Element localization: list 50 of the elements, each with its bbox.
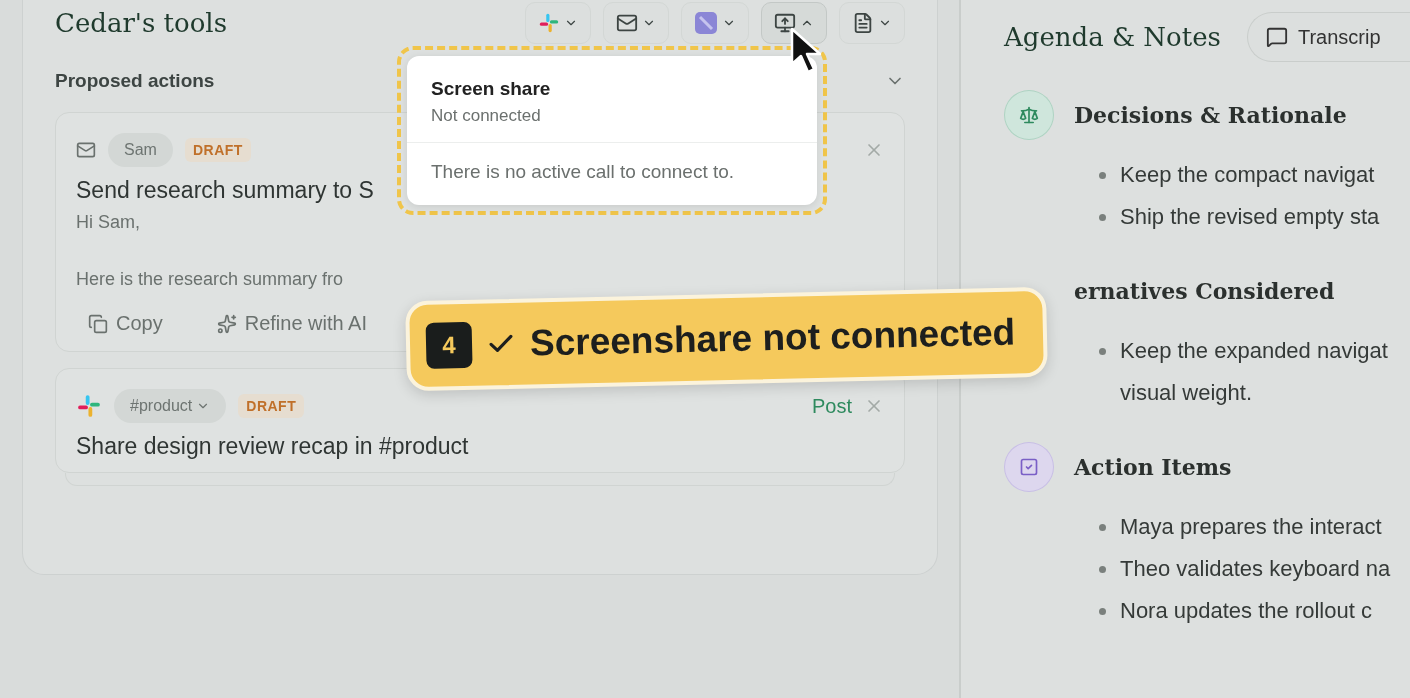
bullet-icon bbox=[1099, 608, 1106, 615]
draft-badge: DRAFT bbox=[238, 394, 305, 418]
section-heading: ernatives Considered bbox=[1074, 278, 1335, 304]
popover-title: Screen share bbox=[431, 78, 552, 100]
recipient-chip[interactable]: Sam bbox=[108, 133, 173, 167]
note-text: Nora updates the rollout c bbox=[1120, 597, 1372, 625]
copy-icon bbox=[88, 313, 108, 334]
note-text: Ship the revised empty sta bbox=[1120, 203, 1380, 231]
connection-status: Not connected bbox=[431, 106, 542, 126]
draft-badge: DRAFT bbox=[184, 138, 251, 162]
slack-icon bbox=[538, 12, 560, 34]
section-heading: Decisions & Rationale bbox=[1074, 102, 1347, 128]
bullet-icon bbox=[1099, 214, 1106, 221]
slack-icon bbox=[76, 393, 102, 419]
note-text: Theo validates keyboard na bbox=[1120, 555, 1391, 583]
step-number: 4 bbox=[425, 321, 473, 369]
action-title: Send research summary to S bbox=[76, 177, 375, 204]
copy-button[interactable]: Copy bbox=[76, 308, 175, 339]
document-icon bbox=[852, 12, 874, 34]
section-title: Proposed actions bbox=[55, 70, 215, 92]
bullet-icon bbox=[1099, 348, 1106, 355]
screen-share-icon bbox=[774, 12, 796, 34]
toolbar-button[interactable] bbox=[839, 2, 905, 44]
post-link[interactable]: Post bbox=[811, 394, 852, 418]
note-text: Keep the expanded navigat visual weight. bbox=[1120, 337, 1388, 407]
bullet-icon bbox=[1099, 566, 1106, 573]
toolbar-button[interactable] bbox=[603, 2, 669, 44]
mail-icon bbox=[616, 12, 638, 34]
popover-message: There is no active call to connect to. bbox=[430, 160, 736, 184]
toolbar-button[interactable] bbox=[761, 2, 827, 44]
message-icon bbox=[1265, 26, 1288, 48]
action-title: Share design review recap in #product bbox=[76, 433, 470, 460]
toast-text: Screenshare not connected bbox=[529, 311, 1016, 365]
transcript-button[interactable]: Transcrip bbox=[1246, 12, 1410, 62]
note-text: Keep the compact navigat bbox=[1120, 161, 1375, 189]
note-text: Maya prepares the interact bbox=[1120, 513, 1382, 541]
bullet-icon bbox=[1099, 172, 1106, 179]
app-icon bbox=[694, 11, 718, 35]
recipient-chip[interactable]: #product bbox=[114, 389, 227, 423]
scale-icon bbox=[1004, 90, 1054, 140]
panel-title: Agenda & Notes bbox=[1004, 22, 1221, 52]
section-heading: Action Items bbox=[1074, 454, 1232, 480]
checkbox-icon bbox=[1004, 442, 1054, 492]
refine-button[interactable]: Refine with AI bbox=[204, 308, 379, 339]
panel-title: Cedar's tools bbox=[55, 8, 228, 38]
message-text: Here is the research summary fro bbox=[76, 269, 345, 290]
mail-icon bbox=[76, 140, 96, 160]
message-text: Hi Sam, bbox=[76, 212, 141, 233]
bullet-icon bbox=[1099, 524, 1106, 531]
sparkle-icon bbox=[216, 313, 237, 334]
